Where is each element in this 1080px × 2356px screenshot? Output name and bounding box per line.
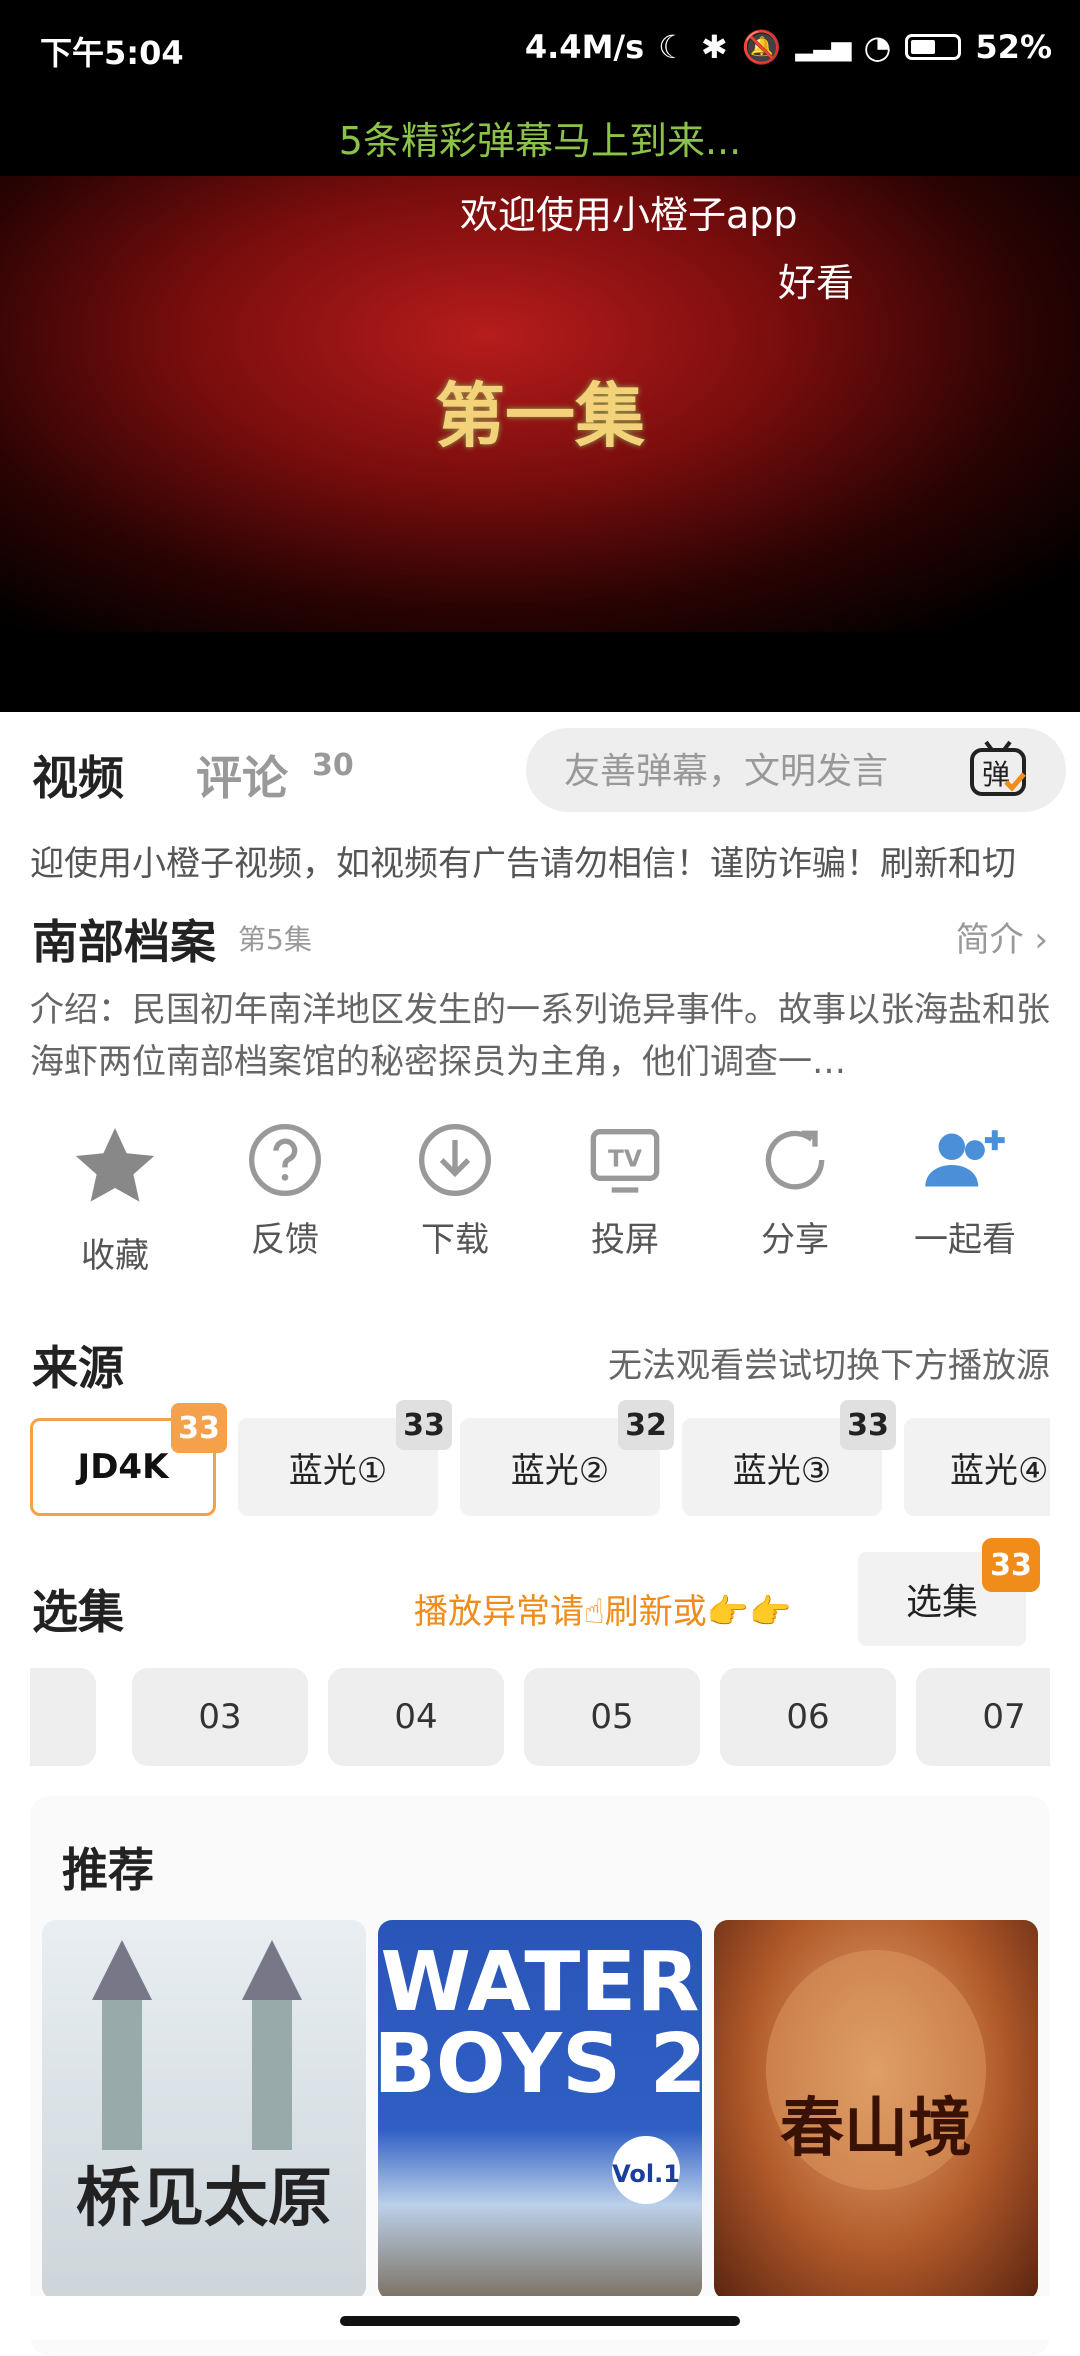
recommend-poster[interactable]: 春山境 (714, 1920, 1038, 2300)
comment-count: 30 (312, 748, 354, 783)
signal-icon: ▂▃▅ (795, 32, 851, 62)
add-friend-icon (925, 1130, 1005, 1187)
poster-artwork: WATER BOYS 2 Vol.1 (378, 1935, 702, 2204)
cast-button[interactable]: TV 投屏 (550, 1120, 700, 1261)
danmu-comment: 好看 (778, 261, 855, 305)
episode-button[interactable]: 06 (720, 1668, 896, 1766)
network-speed: 4.4M/s (524, 28, 645, 66)
danmu-input-box[interactable]: 弹 (526, 728, 1066, 812)
episode-count-badge: 33 (982, 1538, 1040, 1592)
source-option[interactable]: 蓝光③ 33 (682, 1400, 896, 1516)
source-option[interactable]: JD4K 33 (30, 1403, 227, 1516)
episode-list: 02 03 04 05 06 07 (30, 1668, 1050, 1768)
download-label: 下载 (421, 1220, 489, 1260)
recommend-poster[interactable]: 桥见太原 (42, 1920, 366, 2300)
episode-button[interactable]: 03 (132, 1668, 308, 1766)
svg-text:BOYS 2: BOYS 2 (378, 2017, 702, 2112)
download-button[interactable]: 下载 (380, 1120, 530, 1261)
cast-label: 投屏 (591, 1220, 659, 1260)
svg-text:Vol.1: Vol.1 (612, 2160, 680, 2188)
intro-link[interactable]: 简介 › (956, 912, 1048, 961)
tab-comment[interactable]: 评论 (196, 742, 288, 808)
wifi-icon: ◔ (863, 28, 892, 66)
source-label: 蓝光④ (950, 1450, 1049, 1491)
mute-icon: 🔕 (741, 28, 782, 66)
feedback-label: 反馈 (251, 1220, 319, 1260)
svg-text:WATER: WATER (381, 1935, 700, 2030)
share-label: 分享 (761, 1220, 829, 1260)
share-icon (765, 1130, 825, 1190)
svg-text:TV: TV (608, 1145, 642, 1173)
svg-text:弹: 弹 (982, 758, 1010, 791)
recommend-poster[interactable]: WATER BOYS 2 Vol.1 (378, 1920, 702, 2300)
favorite-label: 收藏 (81, 1236, 149, 1276)
current-episode: 第5集 (238, 923, 312, 956)
danmu-input[interactable] (562, 742, 946, 800)
download-icon (419, 1124, 491, 1196)
episode-button[interactable]: 07 (916, 1668, 1050, 1766)
status-bar: 下午5:04 4.4M/s ☾ ✱ 🔕 ▂▃▅ ◔ 52% (0, 0, 1080, 96)
svg-text:桥见太原: 桥见太原 (76, 2161, 332, 2236)
watch-together-button[interactable]: 一起看 (890, 1120, 1040, 1261)
poster-artwork: 桥见太原 (76, 1940, 332, 2236)
battery-level: 52% (975, 28, 1052, 66)
source-option[interactable]: 蓝光① 33 (238, 1400, 452, 1516)
tab-video[interactable]: 视频 (32, 742, 124, 808)
gesture-nav-bar[interactable] (340, 2316, 740, 2326)
feedback-button[interactable]: 反馈 (210, 1120, 360, 1261)
source-badge: 33 (840, 1400, 896, 1450)
episode-select-button[interactable]: 选集 33 (858, 1538, 1040, 1646)
source-label: 蓝光③ (732, 1450, 832, 1491)
question-icon (249, 1124, 321, 1196)
episode-button[interactable]: 04 (328, 1668, 504, 1766)
poster-artwork: 春山境 (766, 1950, 986, 2190)
bluetooth-icon: ✱ (700, 28, 728, 66)
video-episode-caption: 第一集 (435, 374, 645, 457)
moon-icon: ☾ (658, 28, 687, 66)
episodes-hint: 播放异常请☝刷新或👉👉 (414, 1592, 792, 1632)
star-icon (75, 1128, 155, 1202)
share-button[interactable]: 分享 (720, 1120, 870, 1261)
watch-together-label: 一起看 (914, 1220, 1016, 1260)
source-label: 蓝光① (288, 1450, 388, 1491)
source-label: JD4K (77, 1447, 169, 1487)
tv-cast-icon: TV (590, 1129, 660, 1193)
recommend-title: 推荐 (62, 1843, 154, 1897)
danmu-comment: 欢迎使用小橙子app (460, 193, 798, 237)
source-option[interactable]: 蓝光② 32 (460, 1400, 674, 1516)
show-title: 南部档案 (32, 915, 216, 969)
danmu-toggle-icon[interactable]: 弹 (966, 738, 1030, 802)
episode-select-label: 选集 (905, 1582, 978, 1623)
status-right: 4.4M/s ☾ ✱ 🔕 ▂▃▅ ◔ 52% (525, 28, 1052, 66)
show-description: 介绍：民国初年南洋地区发生的一系列诡异事件。故事以张海盐和张海虾两位南部档案馆的… (30, 990, 1050, 1082)
source-list: JD4K 33 蓝光① 33 蓝光② 32 蓝光③ 33 蓝光④ (0, 1380, 1050, 1540)
source-badge: 33 (171, 1403, 227, 1453)
status-time: 下午5:04 (40, 34, 184, 72)
source-badge: 33 (396, 1400, 452, 1450)
episode-button[interactable]: 05 (524, 1668, 700, 1766)
notice-marquee: 迎使用小橙子视频，如视频有广告请勿相信！谨防诈骗！刷新和切 (30, 844, 1016, 884)
danmu-notice: 5条精彩弹幕马上到来... (338, 119, 742, 163)
source-label: 蓝光② (510, 1450, 610, 1491)
episode-button[interactable]: 02 (30, 1668, 96, 1766)
favorite-button[interactable]: 收藏 (40, 1120, 190, 1277)
source-badge: 32 (618, 1400, 674, 1450)
battery-icon (905, 34, 962, 60)
episodes-title: 选集 (32, 1585, 124, 1639)
source-option[interactable]: 蓝光④ (904, 1418, 1050, 1516)
svg-text:春山境: 春山境 (780, 2091, 972, 2166)
